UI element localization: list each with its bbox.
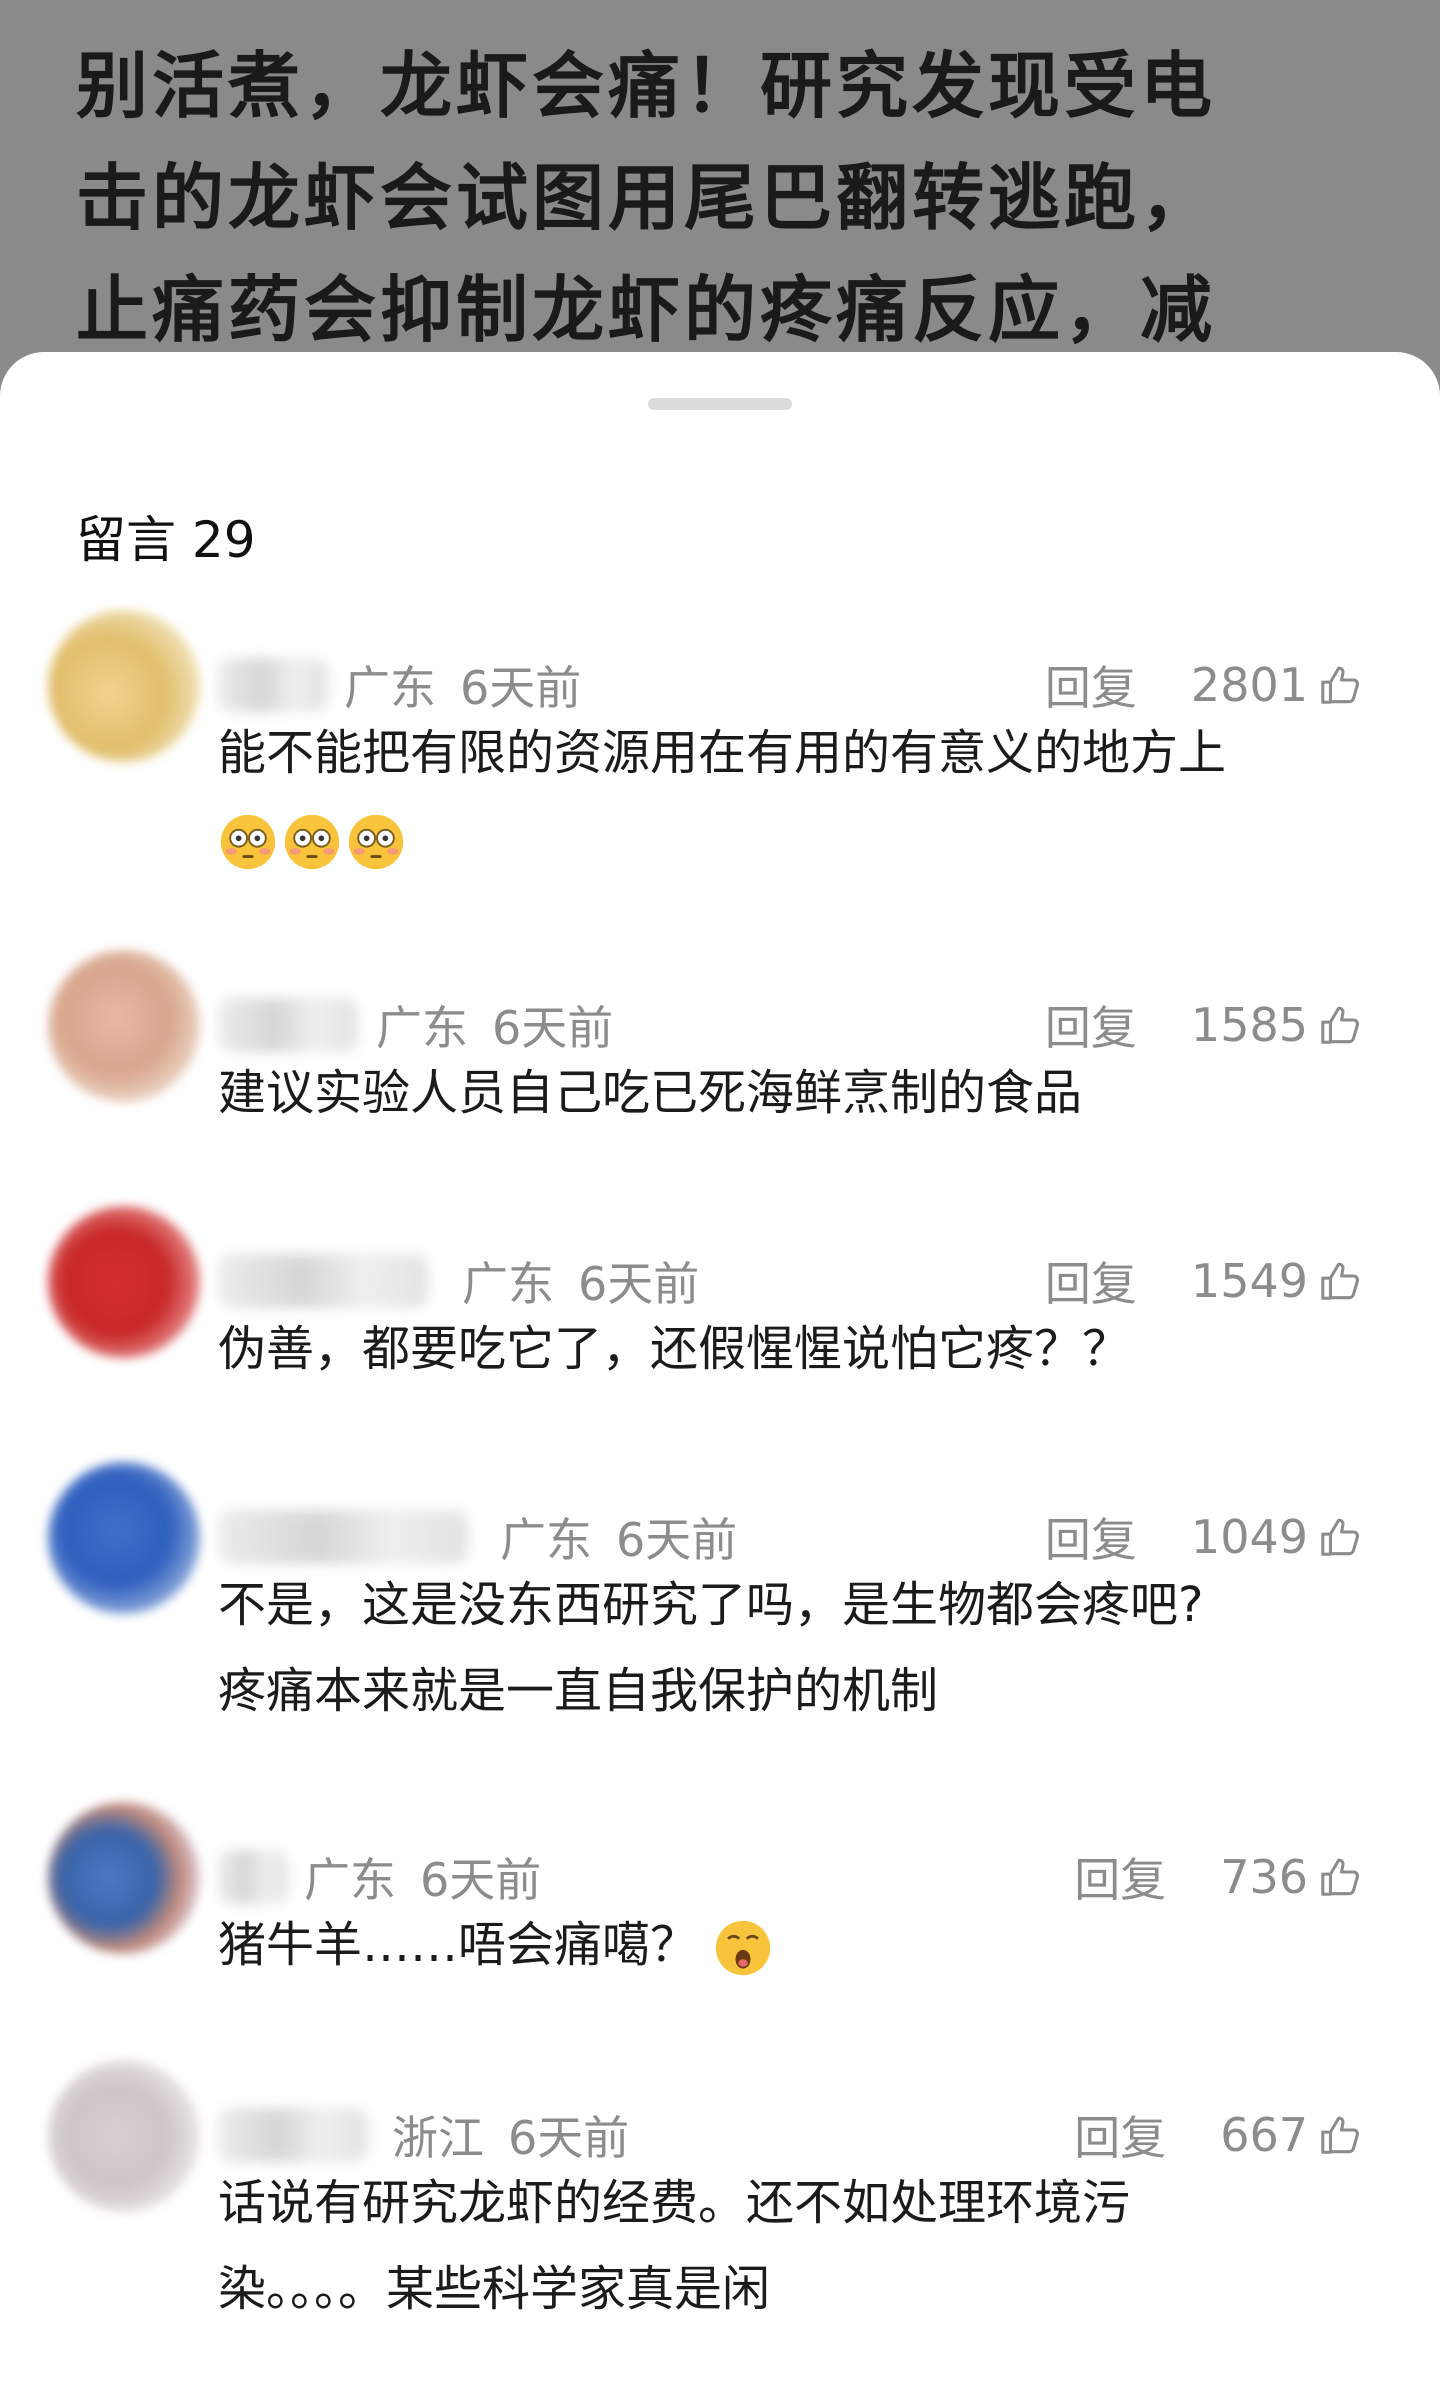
thumbs-up-icon[interactable] xyxy=(1318,1002,1364,1048)
comment-text: 能不能把有限的资源用在有用的有意义的地方上 xyxy=(218,710,1378,882)
comments-sheet: 留言 29 广东 6天前 回复 2801 能不能把有限的资源用在有用的有意义的地… xyxy=(0,352,1440,2394)
username-blurred[interactable] xyxy=(218,658,328,712)
avatar[interactable] xyxy=(48,1462,200,1614)
comment-text-line: 话说有研究龙虾的经费。还不如处理环境污 xyxy=(218,2175,1131,2231)
reply-button[interactable]: 回复 xyxy=(1045,1248,1137,1314)
headline-line: 止痛药会抑制龙虾的疼痛反应，减 xyxy=(76,268,1217,352)
comments-count-title: 留言 29 xyxy=(76,511,256,569)
username-blurred[interactable] xyxy=(218,1510,468,1564)
username-blurred[interactable] xyxy=(218,2108,368,2162)
reply-button[interactable]: 回复 xyxy=(1045,992,1137,1058)
post-headline: 别活煮，龙虾会痛！研究发现受电 击的龙虾会试图用尾巴翻转逃跑， 止痛药会抑制龙虾… xyxy=(76,30,1406,366)
comment-text-line: 不是，这是没东西研究了吗，是生物都会疼吧? xyxy=(218,1577,1204,1633)
avatar[interactable] xyxy=(48,1802,200,1954)
comment-text-line: 染。。。。某些科学家真是闲 xyxy=(218,2261,771,2317)
like-count: 1049 xyxy=(1190,1510,1308,1564)
comment-time: 6天前 xyxy=(460,661,582,715)
comment-time: 6天前 xyxy=(616,1513,738,1567)
comment-location: 广东 xyxy=(462,1257,554,1311)
thumbs-up-icon[interactable] xyxy=(1318,2112,1364,2158)
thumbs-up-icon[interactable] xyxy=(1318,1258,1364,1304)
avatar[interactable] xyxy=(48,950,200,1102)
reply-button[interactable]: 回复 xyxy=(1074,1844,1166,1910)
comment-time: 6天前 xyxy=(492,1001,614,1055)
comment-text: 建议实验人员自己吃已死海鲜烹制的食品 xyxy=(218,1050,1378,1136)
thumbs-up-icon[interactable] xyxy=(1318,1854,1364,1900)
like-count: 736 xyxy=(1220,1850,1308,1904)
thumbs-up-icon[interactable] xyxy=(1318,1514,1364,1560)
like-count: 1585 xyxy=(1190,998,1308,1052)
flushed-face-icon xyxy=(284,814,340,870)
flushed-face-icon xyxy=(348,814,404,870)
comment-text-line: 伪善，都要吃它了，还假惺惺说怕它疼？？ xyxy=(218,1321,1131,1377)
username-blurred[interactable] xyxy=(218,998,358,1052)
username-blurred[interactable] xyxy=(218,1254,428,1308)
reply-button[interactable]: 回复 xyxy=(1074,2102,1166,2168)
like-count: 2801 xyxy=(1190,658,1308,712)
like-count: 1549 xyxy=(1190,1254,1308,1308)
comment-location: 广东 xyxy=(304,1853,396,1907)
avatar[interactable] xyxy=(48,2060,200,2212)
reply-button[interactable]: 回复 xyxy=(1045,1504,1137,1570)
comment-time: 6天前 xyxy=(578,1257,700,1311)
comment-time: 6天前 xyxy=(420,1853,542,1907)
like-count: 667 xyxy=(1220,2108,1308,2162)
comment-location: 广东 xyxy=(500,1513,592,1567)
comment-text: 话说有研究龙虾的经费。还不如处理环境污 染。。。。某些科学家真是闲 xyxy=(218,2160,1378,2332)
comment-time: 6天前 xyxy=(508,2111,630,2165)
comment-text-line: 建议实验人员自己吃已死海鲜烹制的食品 xyxy=(218,1065,1083,1121)
avatar[interactable] xyxy=(48,610,200,762)
astonished-face-icon xyxy=(716,1920,771,1976)
flushed-face-icon xyxy=(220,814,276,870)
username-blurred[interactable] xyxy=(218,1850,288,1904)
comment-location: 浙江 xyxy=(392,2111,484,2165)
thumbs-up-icon[interactable] xyxy=(1318,662,1364,708)
headline-line: 别活煮，龙虾会痛！研究发现受电 xyxy=(76,44,1217,128)
reply-button[interactable]: 回复 xyxy=(1045,652,1137,718)
comment-text-line: 能不能把有限的资源用在有用的有意义的地方上 xyxy=(218,725,1227,781)
comment-text: 不是，这是没东西研究了吗，是生物都会疼吧? 疼痛本来就是一直自我保护的机制 xyxy=(218,1562,1378,1734)
comment-text-line: 猪牛羊……唔会痛噶？ xyxy=(218,1917,699,1973)
comment-location: 广东 xyxy=(344,661,436,715)
headline-line: 击的龙虾会试图用尾巴翻转逃跑， xyxy=(76,156,1217,240)
sheet-drag-handle[interactable] xyxy=(648,398,792,410)
comment-location: 广东 xyxy=(376,1001,468,1055)
comment-text-line: 疼痛本来就是一直自我保护的机制 xyxy=(218,1663,939,1719)
avatar[interactable] xyxy=(48,1206,200,1358)
comment-text: 伪善，都要吃它了，还假惺惺说怕它疼？？ xyxy=(218,1306,1378,1392)
comment-text: 猪牛羊……唔会痛噶？ xyxy=(218,1902,1378,1988)
